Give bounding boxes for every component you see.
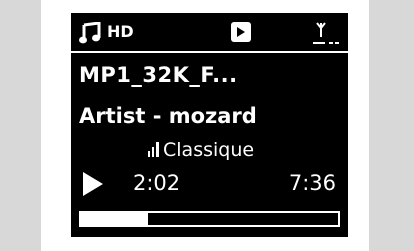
player-screen: HD MP1_32K_F... Artist - mozard Classiqu… — [71, 13, 348, 237]
play-icon — [83, 172, 103, 196]
progress-fill — [81, 213, 148, 225]
total-time: 7:36 — [288, 171, 336, 195]
bar-graph-icon — [148, 142, 159, 157]
genre-row: Classique — [147, 137, 254, 163]
artist-line: Artist - mozard — [79, 104, 257, 128]
track-title: MP1_32K_F... — [79, 63, 238, 87]
status-bar: HD — [71, 13, 348, 53]
hd-label: HD — [107, 22, 134, 41]
shuffle-icon — [231, 22, 251, 42]
music-note-icon — [79, 22, 101, 44]
antenna-signal-icon — [313, 22, 339, 44]
genre-label: Classique — [163, 139, 255, 161]
elapsed-time: 2:02 — [133, 171, 181, 195]
progress-bar — [79, 211, 340, 227]
